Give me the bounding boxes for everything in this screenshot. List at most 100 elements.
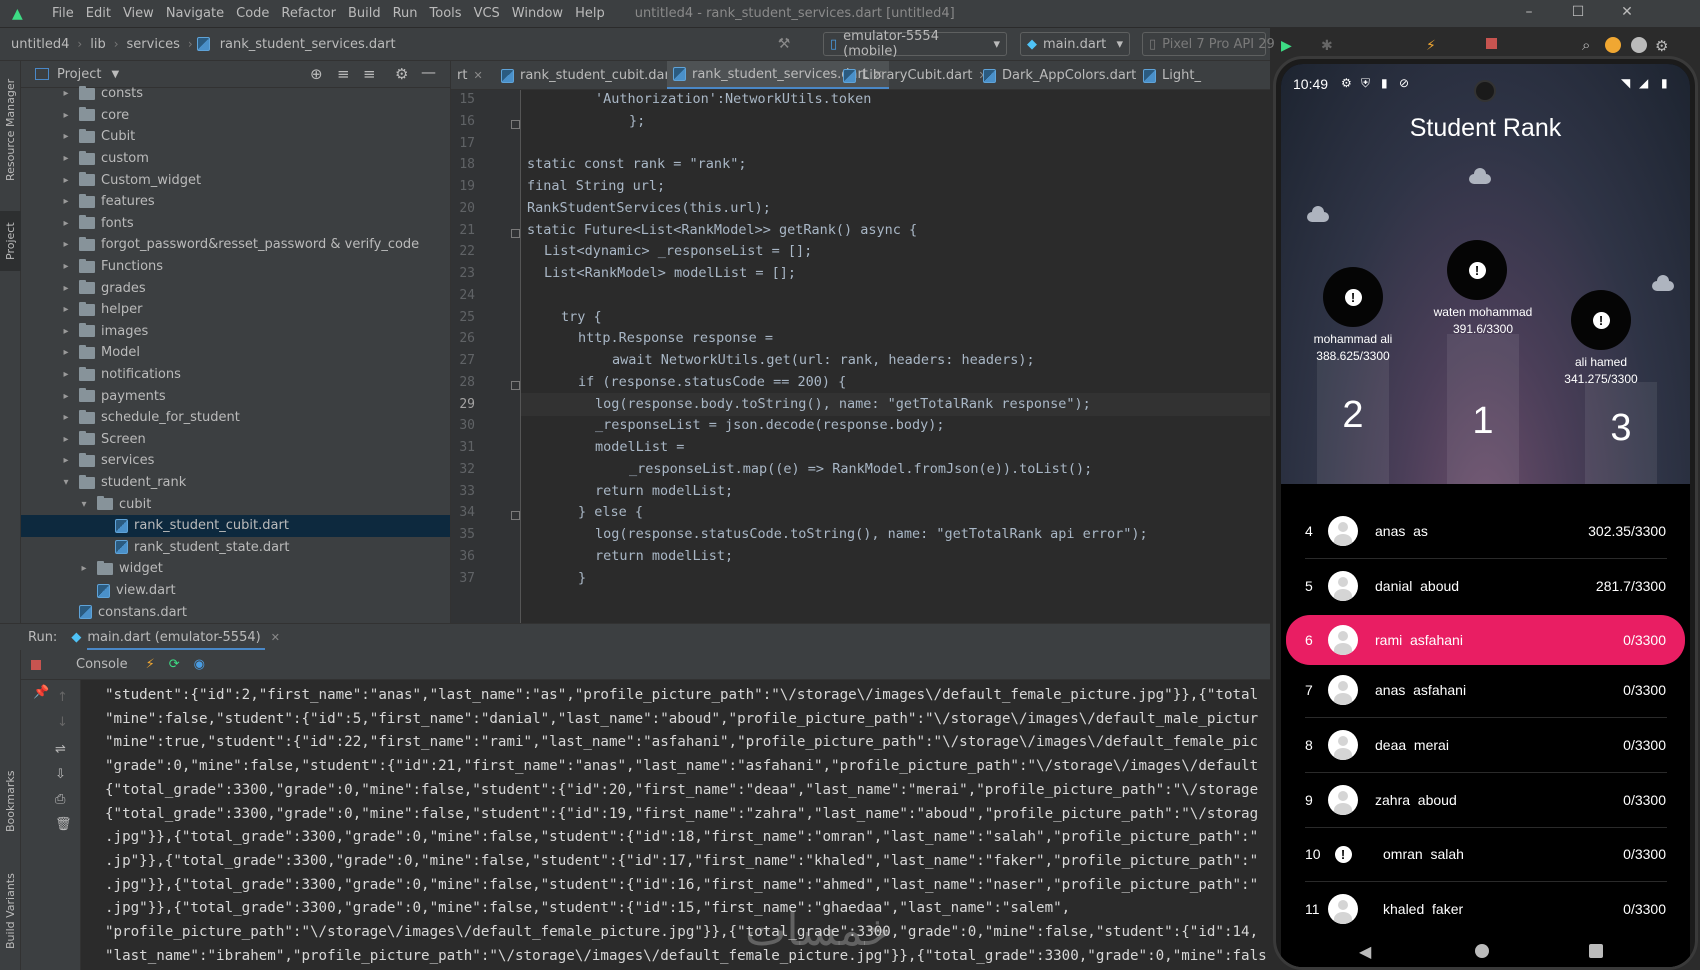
minimize-icon[interactable]: – (1520, 4, 1538, 20)
menu-edit[interactable]: Edit (80, 6, 117, 21)
project-tab[interactable]: Project (0, 211, 21, 271)
account-icon[interactable] (1631, 37, 1647, 53)
hot-reload-icon[interactable]: ⚡ (146, 657, 155, 672)
breadcrumb-file[interactable]: rank_student_services.dart (216, 37, 400, 52)
hot-reload-icon[interactable]: ⚡ (1426, 38, 1436, 54)
tree-item[interactable]: view.dart (21, 580, 450, 602)
build-variants-tab[interactable]: Build Variants (0, 861, 21, 961)
tree-item[interactable]: ▸ forgot_password&resset_password & verif… (21, 234, 450, 256)
chevron-right-icon[interactable]: ▸ (59, 434, 73, 445)
code-editor[interactable]: 15 16 17 18 19 20 21 22 23 24 25 26 27 28 29 30 31 32 33 34… (451, 90, 1270, 623)
editor-tab[interactable]: Light_ (1137, 61, 1207, 89)
stop-icon[interactable] (1486, 38, 1497, 49)
tree-item[interactable]: ▸ Custom_widget (21, 169, 450, 191)
list-item[interactable]: 8 deaa merai 0/3300 (1281, 720, 1690, 770)
tree-item[interactable]: ▸ schedule_for_student (21, 407, 450, 429)
menu-view[interactable]: View (117, 6, 160, 21)
chevron-right-icon[interactable]: ▸ (59, 347, 73, 358)
tree-item[interactable]: constans.dart (21, 601, 450, 623)
chevron-right-icon[interactable]: ▸ (59, 239, 73, 250)
expand-all-icon[interactable]: ≡ (337, 65, 350, 83)
soft-wrap-icon[interactable]: ⇌ (55, 742, 66, 757)
run-config-selector[interactable]: ◆ main.dart ▾ (1020, 32, 1130, 56)
stop-icon[interactable] (31, 659, 41, 670)
tree-item[interactable]: ▾ cubit (21, 493, 450, 515)
menu-help[interactable]: Help (569, 6, 611, 21)
avd-selector[interactable]: ▯ Pixel 7 Pro API 29 (1142, 32, 1275, 56)
chevron-right-icon[interactable]: ▸ (77, 563, 91, 574)
hide-icon[interactable]: — (421, 63, 436, 81)
menu-tools[interactable]: Tools (424, 6, 468, 21)
tree-item[interactable]: ▸ custom (21, 148, 450, 170)
project-panel-title[interactable]: Project (57, 67, 101, 82)
target-icon[interactable]: ⊕ (310, 65, 323, 83)
tree-item[interactable]: ▸ services (21, 450, 450, 472)
run-tab[interactable]: main.dart (emulator-5554) (87, 624, 265, 651)
arrow-up-icon[interactable]: ↑ (57, 690, 68, 705)
editor-tab[interactable]: rank_student_cubit.dart✕ (495, 61, 696, 89)
tree-item[interactable]: ▸ consts (21, 83, 450, 105)
chevron-right-icon[interactable]: ▸ (59, 412, 73, 423)
run-icon[interactable]: ▶ (1281, 38, 1292, 54)
chevron-right-icon[interactable]: ▸ (59, 218, 73, 229)
tree-item[interactable]: ▸ widget (21, 558, 450, 580)
list-item[interactable]: 11 khaled faker 0/3300 (1281, 884, 1690, 934)
list-item[interactable]: 9 zahra aboud 0/3300 (1281, 775, 1690, 825)
tree-item[interactable]: ▸ Model (21, 342, 450, 364)
pin-icon[interactable]: 📌 (33, 685, 49, 700)
chevron-right-icon[interactable]: ▸ (59, 261, 73, 272)
chevron-right-icon[interactable]: ▸ (59, 88, 73, 99)
avatar[interactable]: ! (1571, 290, 1631, 350)
menu-file[interactable]: File (46, 6, 80, 21)
chevron-down-icon[interactable]: ▾ (77, 499, 91, 510)
avatar[interactable]: ! (1447, 240, 1507, 300)
tree-item[interactable]: rank_student_cubit.dart (21, 515, 450, 537)
chevron-down-icon[interactable]: ▼ (111, 69, 119, 80)
devtools-icon[interactable]: ◉ (194, 657, 205, 672)
chevron-right-icon[interactable]: ▸ (59, 369, 73, 380)
maximize-icon[interactable]: ☐ (1569, 4, 1587, 20)
menu-window[interactable]: Window (506, 6, 569, 21)
chevron-right-icon[interactable]: ▸ (59, 153, 73, 164)
editor-tab[interactable]: Dark_AppColors.dart✕ (977, 61, 1157, 89)
tree-item[interactable]: ▸ core (21, 105, 450, 127)
avatar[interactable]: ! (1323, 267, 1383, 327)
chevron-down-icon[interactable]: ▾ (59, 477, 73, 488)
resource-manager-tab[interactable]: Resource Manager (0, 75, 21, 185)
update-icon[interactable] (1605, 37, 1621, 53)
tree-item[interactable]: ▸ Cubit (21, 126, 450, 148)
gear-icon[interactable]: ⚙ (395, 65, 408, 83)
rank-list[interactable]: 4 anas as 302.35/3300 5 danial aboud 281.7/33… (1281, 484, 1690, 967)
collapse-all-icon[interactable]: ≡ (363, 65, 376, 83)
tree-item[interactable]: ▸ Functions (21, 256, 450, 278)
hot-restart-icon[interactable]: ⟳ (169, 657, 180, 672)
fold-marker-icon[interactable] (511, 511, 520, 521)
console-tab[interactable]: Console (76, 657, 128, 672)
back-icon[interactable]: ◀ (1359, 942, 1371, 961)
hammer-icon[interactable]: ⚒ (776, 36, 792, 52)
chevron-right-icon[interactable]: ▸ (59, 175, 73, 186)
chevron-right-icon[interactable]: ▸ (59, 326, 73, 337)
list-item[interactable]: 6 rami asfahani 0/3300 (1286, 615, 1685, 665)
close-tab-icon[interactable]: ✕ (473, 69, 482, 82)
chevron-right-icon[interactable]: ▸ (59, 110, 73, 121)
console-output[interactable]: "student":{"id":2,"first_name":"anas","l… (81, 680, 1270, 970)
bookmarks-tab[interactable]: Bookmarks (0, 761, 21, 841)
trash-icon[interactable]: 🗑 (55, 817, 72, 832)
chevron-right-icon[interactable]: ▸ (59, 283, 73, 294)
menu-navigate[interactable]: Navigate (160, 6, 230, 21)
list-item[interactable]: 5 danial aboud 281.7/3300 (1281, 561, 1690, 611)
phone-screen[interactable]: 10:49 ⚙ ⛨ ▮ ⊘ ◥ ◢ ▮ Student Rank 2 1 3 !… (1281, 64, 1690, 967)
editor-tab[interactable]: rt ✕ (451, 61, 489, 89)
breadcrumb-project[interactable]: untitled4 (7, 37, 73, 52)
home-icon[interactable] (1475, 944, 1489, 958)
close-icon[interactable]: ✕ (1618, 4, 1636, 20)
tree-item[interactable]: rank_student_state.dart (21, 537, 450, 559)
fold-marker-icon[interactable] (511, 380, 520, 390)
breadcrumb-services[interactable]: services (123, 37, 184, 52)
device-selector[interactable]: ▯ emulator-5554 (mobile) ▾ (823, 29, 1007, 59)
debug-icon[interactable]: ✱ (1321, 38, 1333, 54)
list-item[interactable]: 10! omran salah 0/3300 (1281, 829, 1690, 879)
print-icon[interactable]: ⎙ (55, 792, 65, 807)
menu-build[interactable]: Build (342, 6, 387, 21)
